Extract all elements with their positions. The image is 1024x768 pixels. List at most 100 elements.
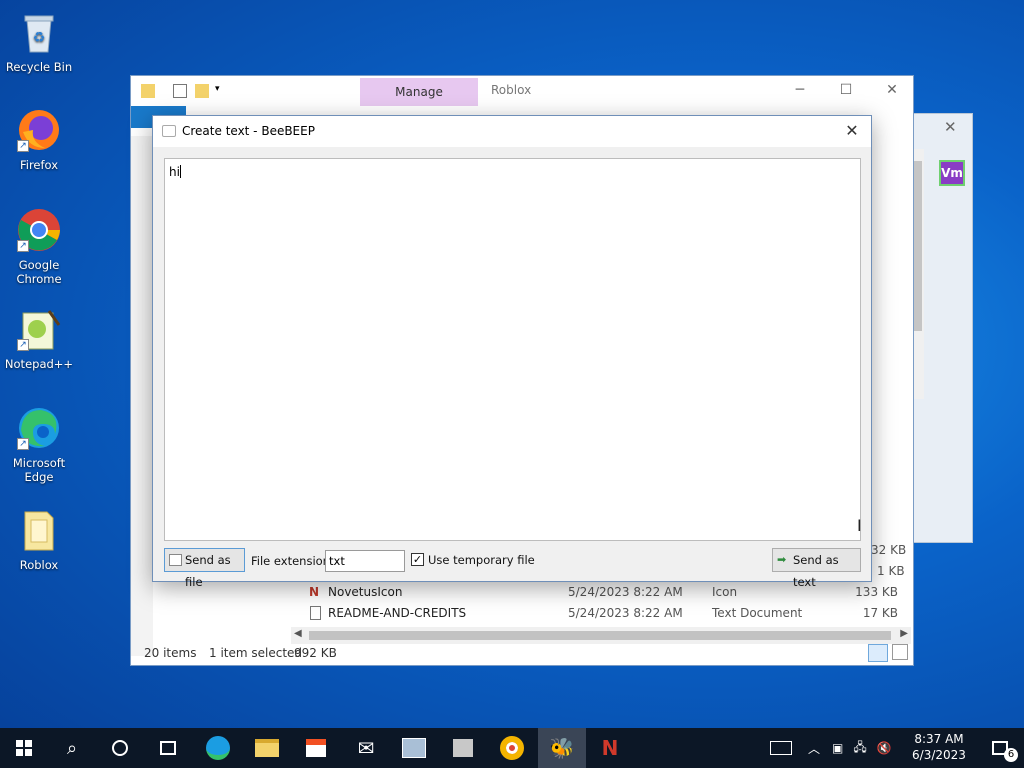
file-row[interactable]: N NovetusIcon 5/24/2023 8:22 AM Icon 133… [309,582,909,602]
file-send-icon [169,554,182,566]
close-icon[interactable]: ✕ [881,80,903,100]
desktop-icon-label: Microsoft Edge [12,456,66,484]
clock-date: 6/3/2023 [912,748,966,762]
firefox-icon: ↗ [15,106,63,154]
close-icon[interactable]: ✕ [944,118,957,136]
desktop-icon-google-chrome[interactable]: ↗ Google Chrome [4,206,74,286]
desktop-icon-notepad-plus-plus[interactable]: ↗ Notepad++ [4,305,74,371]
taskbar-beebeep-icon[interactable]: 🐝 [538,728,586,768]
recycle-bin-icon: ♻ [15,8,63,56]
file-type: Icon [712,585,738,599]
scrollbar-thumb[interactable] [913,161,922,331]
desktop-icon-microsoft-edge[interactable]: ↗ Microsoft Edge [4,404,74,484]
partial-size-1: 32 KB [871,543,907,557]
taskbar: ⌕ ✉ 🐝 N ︿ ▣ 🖧 🔇 8:37 AM 6/3/2023 6 [0,728,1024,768]
novetus-icon: N [309,585,320,599]
maximize-icon[interactable]: ☐ [835,80,857,100]
window-title: Roblox [491,83,532,97]
desktop-icon-label: Firefox [19,158,59,172]
new-folder-icon[interactable] [195,84,209,98]
notification-count-badge: 6 [1004,748,1018,762]
chrome-icon: ↗ [15,206,63,254]
desktop-icon-label: Notepad++ [4,357,74,371]
status-item-count: 20 items [144,646,197,660]
windows-logo-icon [16,740,32,756]
desktop-icon-label: Google Chrome [16,258,62,286]
use-temporary-file-checkbox[interactable]: ✓ [411,553,424,566]
scroll-left-icon[interactable]: ◀ [294,628,302,639]
explorer-titlebar[interactable]: ▾ Manage Roblox ─ ☐ ✕ [131,76,913,106]
large-icons-view-icon[interactable] [892,644,908,660]
file-size: 133 KB [855,585,898,599]
status-selected: 1 item selected [209,646,303,660]
details-view-icon[interactable] [868,644,888,662]
text-content: hi [169,165,180,179]
taskbar-edge-icon[interactable] [194,728,242,768]
desktop-icon-label: Recycle Bin [5,60,73,74]
folder-icon [15,506,63,554]
task-view-icon[interactable] [144,728,192,768]
clock[interactable]: 8:37 AM 6/3/2023 [900,731,978,763]
text-editor[interactable]: hi [164,158,861,541]
file-name: README-AND-CREDITS [328,606,467,620]
search-icon[interactable]: ⌕ [48,728,96,768]
volume-muted-icon[interactable]: 🔇 [877,741,892,755]
taskbar-mail-icon[interactable]: ✉ [342,728,390,768]
i-beam-cursor-icon: I [857,516,862,535]
notepad-plus-plus-icon: ↗ [15,305,63,353]
beebeep-icon [162,125,176,137]
shortcut-arrow-icon: ↗ [17,140,29,152]
vm-badge[interactable]: Vm [939,160,965,186]
scrollbar-thumb[interactable] [309,631,891,640]
shortcut-arrow-icon: ↗ [17,438,29,450]
network-icon[interactable]: 🖧 [853,738,866,759]
system-tray: ︿ ▣ 🖧 🔇 [770,728,892,768]
cortana-icon[interactable] [96,728,144,768]
clock-time: 8:37 AM [914,732,964,746]
tab-manage[interactable]: Manage [360,78,478,106]
keyboard-icon[interactable] [770,741,792,755]
file-extension-input[interactable] [325,550,405,572]
properties-icon[interactable] [173,84,187,98]
scroll-right-icon[interactable]: ▶ [900,628,908,639]
status-bar: 20 items 1 item selected 992 KB [131,641,913,665]
file-date: 5/24/2023 8:22 AM [568,585,683,599]
taskbar-file-explorer-icon[interactable] [243,728,291,768]
dialog-title: Create text - BeeBEEP [182,124,315,138]
file-row[interactable]: README-AND-CREDITS 5/24/2023 8:22 AM Tex… [309,603,909,623]
desktop-icon-recycle-bin[interactable]: ♻ Recycle Bin [4,8,74,74]
start-button[interactable] [0,728,48,768]
taskbar-network-app-icon[interactable] [439,728,487,768]
text-document-icon [310,606,321,620]
chevron-down-icon[interactable]: ▾ [215,84,229,98]
file-size: 17 KB [862,606,898,620]
file-date: 5/24/2023 8:22 AM [568,606,683,620]
use-temporary-file-label: Use temporary file [428,553,535,567]
close-icon[interactable]: ✕ [839,119,865,143]
status-size: 992 KB [294,646,337,660]
dialog-titlebar[interactable]: Create text - BeeBEEP ✕ [153,116,871,147]
navigation-pane[interactable] [131,136,153,656]
minimize-icon[interactable]: ─ [789,80,811,100]
taskbar-app-icon[interactable] [390,728,438,768]
taskbar-chrome-icon[interactable] [488,728,536,768]
shortcut-arrow-icon: ↗ [17,240,29,252]
partial-size-2: 1 KB [877,564,905,578]
folder-icon [141,84,155,98]
file-extension-label: File extension [251,554,330,568]
taskbar-store-icon[interactable] [292,728,340,768]
file-type: Text Document [712,606,803,620]
create-text-dialog[interactable]: Create text - BeeBEEP ✕ hi I Send as fil… [152,115,872,589]
send-as-text-button[interactable]: ➡ Send as text [772,548,861,589]
meet-now-icon[interactable]: ▣ [832,741,843,755]
send-as-file-button[interactable]: Send as file [164,548,245,589]
file-name: NovetusIcon [328,585,403,599]
shortcut-arrow-icon: ↗ [17,339,29,351]
chevron-up-icon[interactable]: ︿ [808,740,820,757]
text-caret [179,165,181,178]
send-text-icon: ➡ [777,553,787,566]
desktop-icon-roblox[interactable]: Roblox [4,506,74,572]
desktop-icon-firefox[interactable]: ↗ Firefox [4,106,74,172]
notification-center-icon[interactable]: 6 [976,728,1024,768]
taskbar-novetus-icon[interactable]: N [586,728,634,768]
